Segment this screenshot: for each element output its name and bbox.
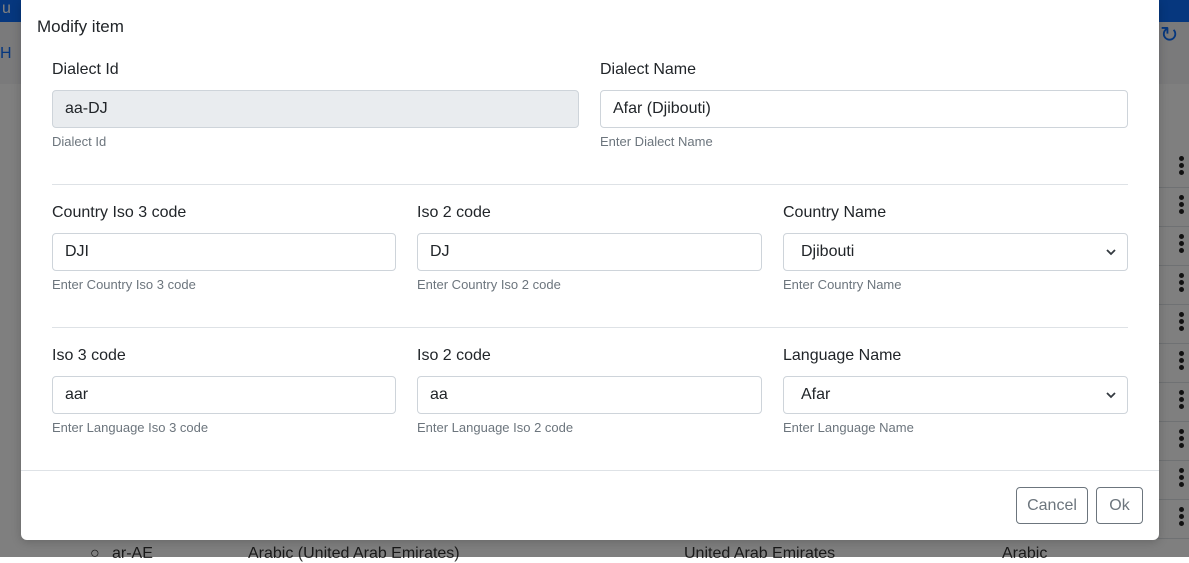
language-iso2-help: Enter Language Iso 2 code <box>417 420 574 435</box>
dialect-id-label: Dialect Id <box>52 61 119 78</box>
chevron-down-icon <box>1106 392 1116 399</box>
dialect-name-help: Enter Dialect Name <box>600 134 713 149</box>
country-name-label: Country Name <box>783 204 887 221</box>
country-iso3-help: Enter Country Iso 3 code <box>52 277 196 292</box>
modify-item-dialog: Modify item Dialect Id aa-DJ Dialect Id … <box>21 0 1159 540</box>
language-iso3-label: Iso 3 code <box>52 347 126 364</box>
language-name-value: Afar <box>801 386 831 403</box>
country-name-select[interactable]: Djibouti <box>783 233 1128 271</box>
dialect-name-label: Dialect Name <box>600 61 697 78</box>
country-name-value: Djibouti <box>801 243 855 260</box>
language-iso3-input[interactable]: aar <box>52 376 396 414</box>
section-divider <box>52 184 1128 185</box>
dialog-title: Modify item <box>37 17 124 36</box>
dialog-footer-divider <box>21 470 1159 471</box>
country-name-help: Enter Country Name <box>783 277 902 292</box>
country-iso2-label: Iso 2 code <box>417 204 491 221</box>
dialect-id-help: Dialect Id <box>52 134 107 149</box>
cancel-button[interactable]: Cancel <box>1016 487 1088 524</box>
country-iso2-help: Enter Country Iso 2 code <box>417 277 561 292</box>
language-iso2-label: Iso 2 code <box>417 347 491 364</box>
dialect-name-input[interactable]: Afar (Djibouti) <box>600 90 1128 128</box>
ok-button[interactable]: Ok <box>1096 487 1143 524</box>
language-iso2-input[interactable]: aa <box>417 376 762 414</box>
country-iso2-input[interactable]: DJ <box>417 233 762 271</box>
country-iso3-label: Country Iso 3 code <box>52 204 187 221</box>
country-iso3-input[interactable]: DJI <box>52 233 396 271</box>
language-iso3-help: Enter Language Iso 3 code <box>52 420 209 435</box>
section-divider <box>52 327 1128 328</box>
chevron-down-icon <box>1106 249 1116 256</box>
language-name-label: Language Name <box>783 347 902 364</box>
language-name-select[interactable]: Afar <box>783 376 1128 414</box>
dialect-id-input: aa-DJ <box>52 90 579 128</box>
language-name-help: Enter Language Name <box>783 420 914 435</box>
